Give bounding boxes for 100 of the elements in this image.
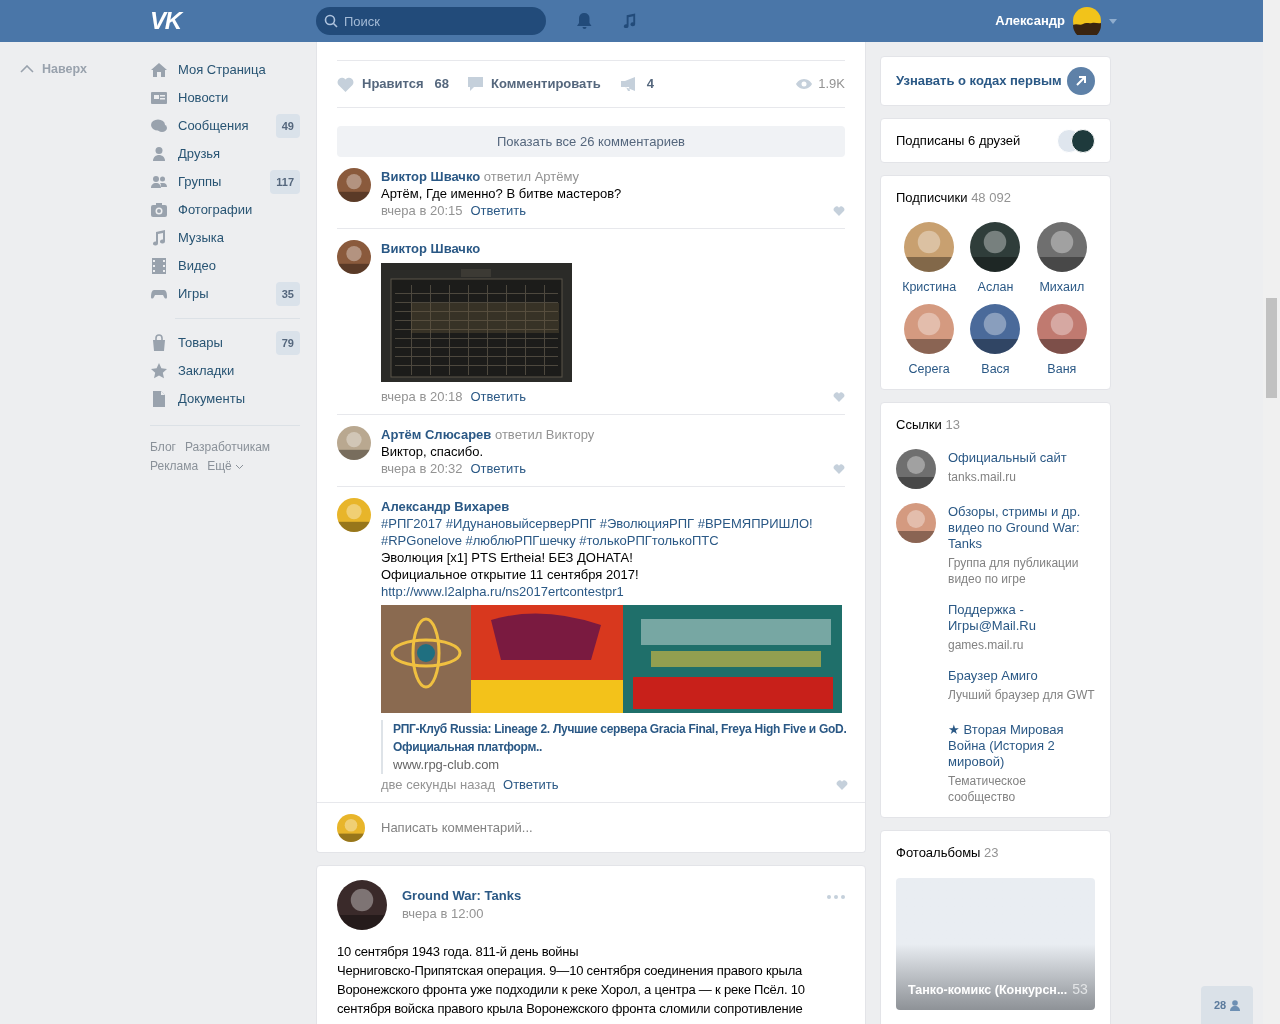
counter-badge: 79 xyxy=(275,331,300,355)
like-button[interactable]: Нравится 68 xyxy=(337,74,450,94)
chat-bubbles-icon xyxy=(150,117,168,135)
share-button[interactable]: 4 xyxy=(620,74,654,94)
nav-item[interactable]: Закладки xyxy=(150,357,300,385)
search-field[interactable]: Поиск xyxy=(316,7,546,35)
nav-item[interactable]: Моя Страница xyxy=(150,56,300,84)
heart-icon xyxy=(337,76,354,92)
reply-link[interactable]: Ответить xyxy=(470,388,527,405)
follower-name[interactable]: Вася xyxy=(981,360,1010,379)
camera-icon xyxy=(150,201,168,219)
caret-icon xyxy=(235,464,243,469)
link-subtitle: Лучший браузер для GWT xyxy=(948,686,1095,703)
comment-time: вчера в 20:18 xyxy=(381,388,463,405)
link-title[interactable]: ★ Вторая Мировая Война (История 2 мировой) xyxy=(948,720,1095,770)
avatar xyxy=(337,168,371,202)
heart-icon[interactable] xyxy=(833,463,845,474)
albums-title: Фотоальбомы xyxy=(896,844,981,860)
link-title[interactable]: РПГ-Клуб Russia: Lineage 2. Лучшие сервера Gracia Final, Freya High Five и GoD. Официальная платформ.. xyxy=(393,720,848,756)
people-icon xyxy=(150,173,168,191)
link-subtitle: tanks.mail.ru xyxy=(948,468,1018,485)
hashtag-line[interactable]: #РПГ2017 #ИдунановыйсерверРПГ #ЭволюцияРПГ #ВРЕМЯПРИШЛО! xyxy=(381,515,848,532)
show-all-comments-button[interactable]: Показать все 26 комментариев xyxy=(337,126,845,157)
film-icon xyxy=(150,257,168,275)
reply-link[interactable]: Ответить xyxy=(503,776,559,793)
view-count: 1.9K xyxy=(796,74,845,94)
nav-item[interactable]: Игры 35 xyxy=(150,280,300,308)
followers-title: Подписчики xyxy=(896,190,968,205)
arrow-button[interactable] xyxy=(1067,67,1095,95)
search-icon xyxy=(324,14,338,28)
comment-button[interactable]: Комментировать xyxy=(468,74,601,94)
comment-text: Артём, Где именно? В битве мастеров? xyxy=(381,185,623,202)
follower-name[interactable]: Михаил xyxy=(1039,277,1085,297)
post-time: вчера в 12:00 xyxy=(402,905,485,923)
speech-bubble-icon xyxy=(468,76,484,92)
follower-name[interactable]: Аслан xyxy=(977,277,1014,297)
author-name[interactable]: Ground War: Tanks xyxy=(402,887,827,905)
counter-badge: 49 xyxy=(275,114,300,138)
friends-subscribed: Подписаны 6 друзей xyxy=(896,131,1022,150)
heart-icon[interactable] xyxy=(833,205,845,216)
nav-item[interactable]: Товары 79 xyxy=(150,329,300,357)
bell-icon[interactable] xyxy=(576,12,593,30)
nav-item[interactable]: Фотографии xyxy=(150,196,300,224)
nav-item[interactable]: Документы xyxy=(150,385,300,413)
comment-time: две секунды назад xyxy=(381,776,495,793)
author-name[interactable]: Александр Вихарев xyxy=(381,499,510,514)
nav-item[interactable]: Музыка xyxy=(150,224,300,252)
hashtag-line[interactable]: #RPGonelove #люблюРПГшечку #толькоРПГтолькоПТС xyxy=(381,532,848,549)
link[interactable]: http://www.l2alpha.ru/ns2017ertcontestpr1 xyxy=(381,583,848,600)
reply-target: ответил Артёму xyxy=(483,169,580,184)
logo[interactable]: VK xyxy=(150,9,316,33)
album-count: 53 xyxy=(1072,980,1088,999)
avatar xyxy=(337,880,387,930)
caret-icon[interactable] xyxy=(1109,18,1117,24)
reply-link[interactable]: Ответить xyxy=(470,460,527,477)
link-title[interactable]: Обзоры, стримы и др. видео по Ground War: Tanks xyxy=(948,502,1095,552)
eye-icon xyxy=(796,79,813,89)
megaphone-icon xyxy=(620,77,637,91)
user-avatar[interactable] xyxy=(1073,7,1101,35)
links-title: Ссылки xyxy=(896,417,942,432)
counter-badge: 117 xyxy=(270,170,300,194)
person-icon xyxy=(150,145,168,163)
star-icon xyxy=(150,362,168,380)
friend-avatars[interactable] xyxy=(1057,128,1095,153)
avatar xyxy=(337,426,371,460)
heart-icon[interactable] xyxy=(836,779,848,790)
nav-item[interactable]: Группы 117 xyxy=(150,168,300,196)
links-count: 13 xyxy=(945,417,960,432)
avatar xyxy=(337,240,371,274)
heart-icon[interactable] xyxy=(833,391,845,402)
avatar xyxy=(337,813,365,842)
music-note-icon xyxy=(150,229,168,247)
link-domain: www.rpg-club.com xyxy=(393,756,501,774)
link-title[interactable]: Официальный сайт xyxy=(948,448,1095,466)
avatar xyxy=(337,498,371,532)
link-subtitle: Группа для публикации видео по игре xyxy=(948,554,1080,587)
follower-name[interactable]: Кристина xyxy=(902,277,957,297)
reply-target: ответил Виктору xyxy=(494,427,595,442)
avatar xyxy=(896,502,936,543)
comment-field[interactable]: Написать комментарий... xyxy=(381,817,845,838)
comment-text: Виктор, спасибо. xyxy=(381,443,485,460)
link-title[interactable]: Браузер Амиго xyxy=(948,666,1095,684)
author-name[interactable]: Артём Слюсарев xyxy=(381,427,492,442)
nav-item[interactable]: Видео xyxy=(150,252,300,280)
home-icon xyxy=(150,61,168,79)
user-name[interactable]: Александр xyxy=(995,11,1065,31)
comment-text: Эволюция [x1] PTS Ertheia! БЕЗ ДОНАТА! xyxy=(381,549,634,566)
nav-item[interactable]: Сообщения 49 xyxy=(150,112,300,140)
follower-name[interactable]: Серега xyxy=(908,360,950,379)
reply-link[interactable]: Ответить xyxy=(470,202,527,219)
music-note-icon[interactable] xyxy=(621,12,638,30)
follower-name[interactable]: Ваня xyxy=(1047,360,1077,379)
link-title[interactable]: Поддержка - Игры@Mail.Ru xyxy=(948,600,1095,634)
more-icon[interactable] xyxy=(827,895,845,899)
nav-item[interactable]: Новости xyxy=(150,84,300,112)
author-name[interactable]: Виктор Швачко xyxy=(381,241,481,256)
comment-time: вчера в 20:15 xyxy=(381,202,463,219)
nav-item[interactable]: Друзья xyxy=(150,140,300,168)
chevron-up-icon xyxy=(20,65,34,74)
author-name[interactable]: Виктор Швачко xyxy=(381,169,481,184)
